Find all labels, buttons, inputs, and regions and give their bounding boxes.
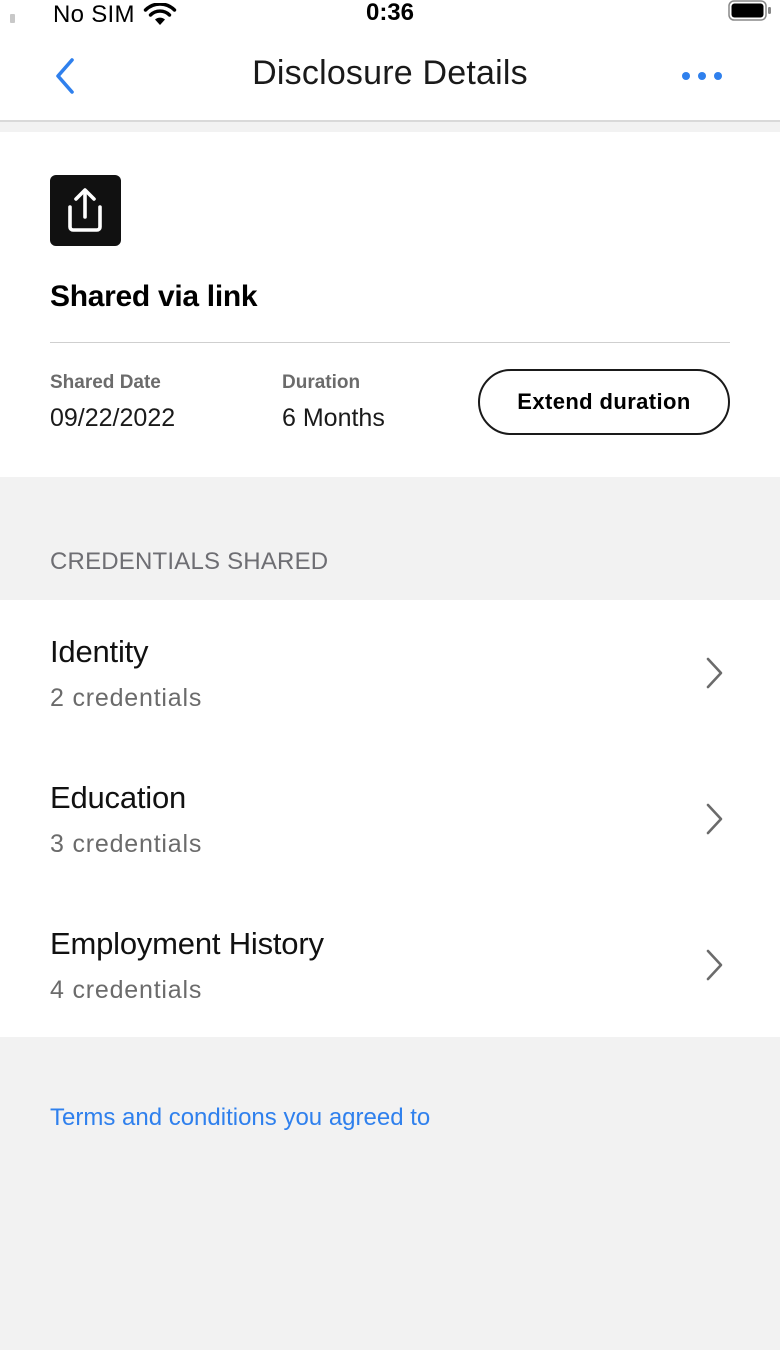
- credential-category-title: Identity: [50, 634, 149, 669]
- list-item-employment-history[interactable]: Employment History 4 credentials: [0, 892, 780, 1038]
- credential-count: 3 credentials: [50, 830, 203, 858]
- credentials-list: Identity 2 credentials Education 3 crede…: [0, 600, 780, 1037]
- terms-and-conditions-link[interactable]: Terms and conditions you agreed to: [50, 1104, 430, 1132]
- divider: [50, 342, 730, 343]
- disclosure-summary-card: Shared via link Shared Date 09/22/2022 D…: [0, 132, 780, 477]
- credential-count: 2 credentials: [50, 684, 203, 712]
- credential-category-title: Education: [50, 780, 187, 815]
- chevron-right-icon: [706, 657, 723, 689]
- page-title: Disclosure Details: [252, 54, 528, 92]
- credential-count: 4 credentials: [50, 976, 203, 1004]
- list-item-education[interactable]: Education 3 credentials: [0, 746, 780, 892]
- chevron-right-icon: [706, 949, 723, 981]
- status-time: 0:36: [365, 0, 415, 26]
- duration-value: 6 Months: [282, 404, 385, 432]
- disclosure-title: Shared via link: [50, 280, 258, 313]
- shared-date-label: Shared Date: [50, 372, 161, 393]
- list-item-identity[interactable]: Identity 2 credentials: [0, 600, 780, 746]
- duration-label: Duration: [282, 372, 361, 393]
- navigation-bar: Disclosure Details: [0, 34, 780, 122]
- more-options-icon[interactable]: [680, 64, 724, 88]
- credentials-section-header: CREDENTIALS SHARED: [50, 548, 329, 575]
- extend-duration-button[interactable]: Extend duration: [478, 369, 730, 435]
- shared-date-value: 09/22/2022: [50, 404, 176, 432]
- chevron-right-icon: [706, 803, 723, 835]
- share-icon: [50, 175, 121, 246]
- status-bar: No SIM 0:36: [0, 0, 780, 34]
- credential-category-title: Employment History: [50, 926, 324, 961]
- battery-icon: [728, 0, 771, 21]
